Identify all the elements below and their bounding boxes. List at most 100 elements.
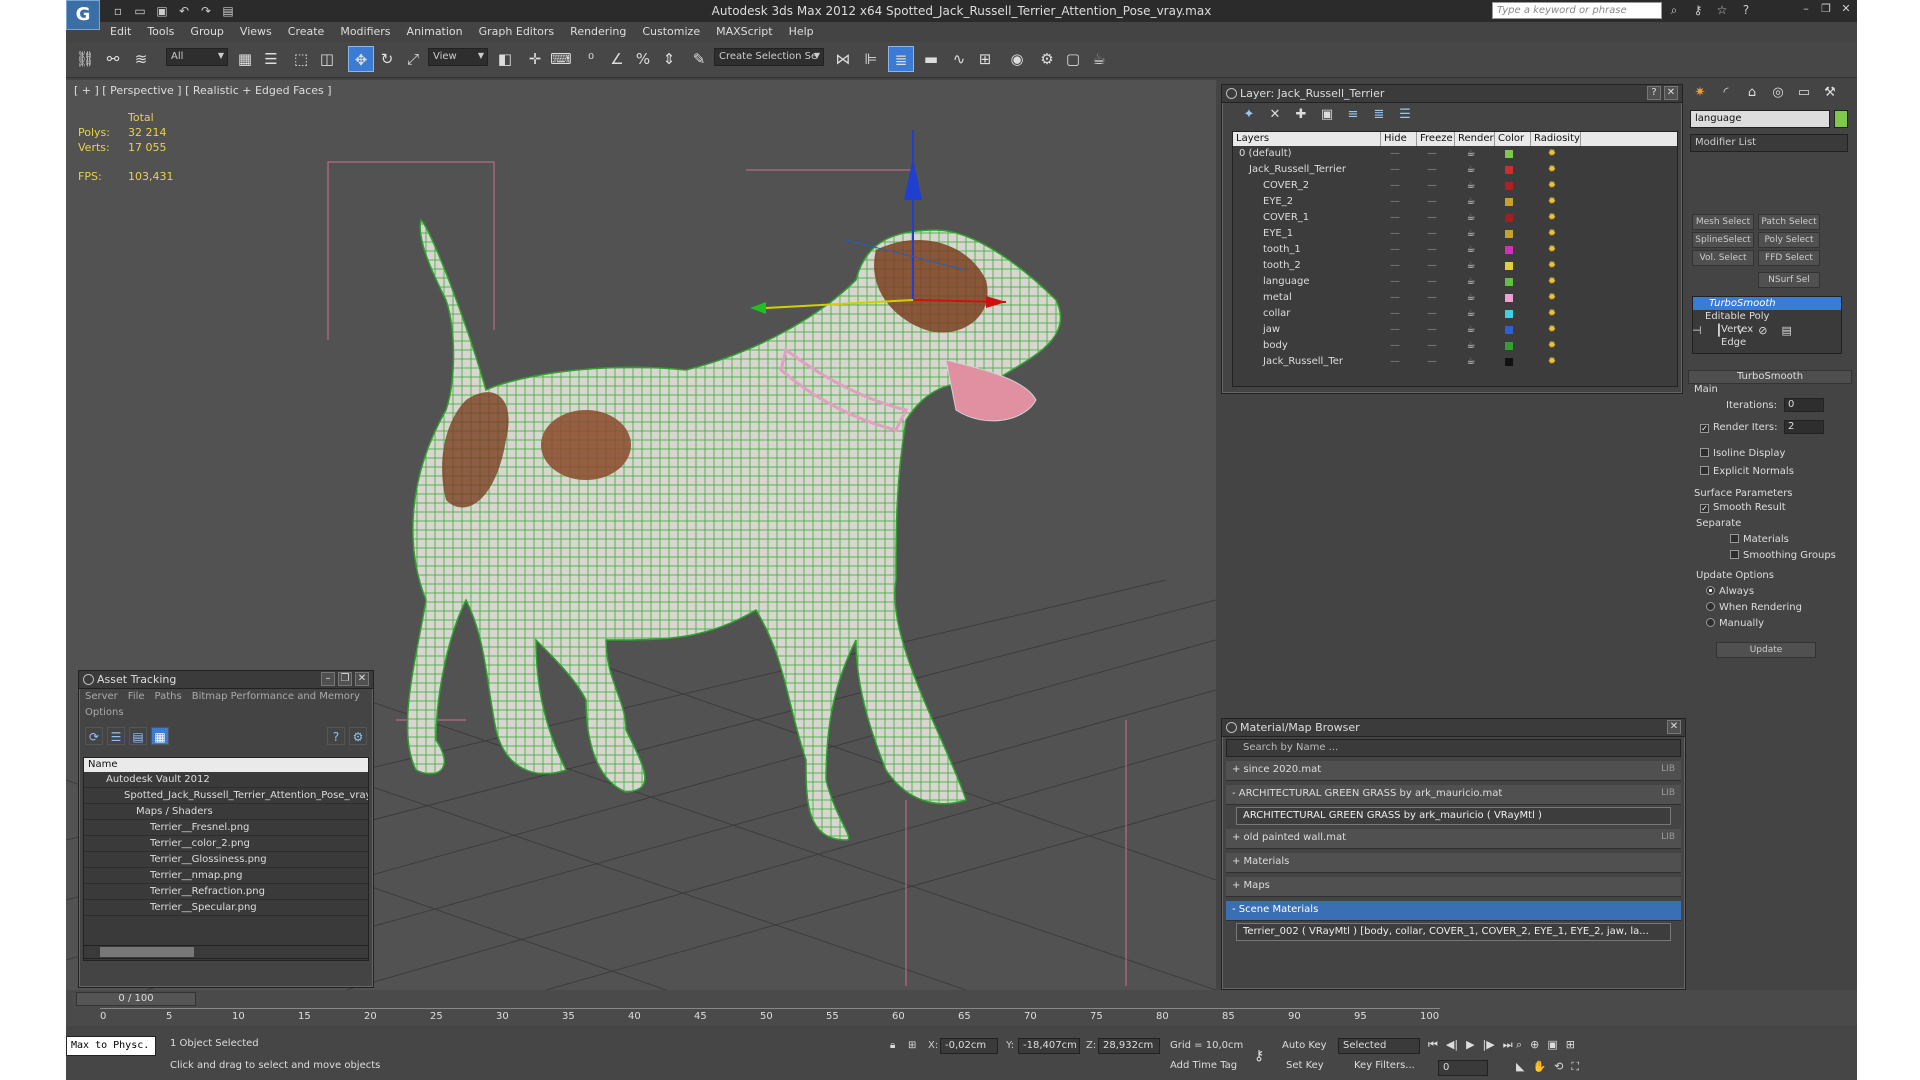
layer-freeze-toggle[interactable]: —: [1413, 338, 1451, 354]
render-teapot-icon[interactable]: ☕: [1451, 178, 1491, 194]
object-name-field[interactable]: language: [1690, 110, 1830, 128]
grass-material-entry[interactable]: ARCHITECTURAL GREEN GRASS by ark_maurici…: [1236, 807, 1671, 825]
render-teapot-icon[interactable]: ☕: [1451, 194, 1491, 210]
asset-row[interactable]: Terrier__Fresnel.png: [84, 820, 368, 836]
radiosity-icon[interactable]: ✹: [1527, 338, 1577, 354]
materials-checkbox[interactable]: [1730, 534, 1739, 543]
render-teapot-icon[interactable]: ☕: [1451, 274, 1491, 290]
asset-row[interactable]: Autodesk Vault 2012: [84, 772, 368, 788]
layer-column-layers[interactable]: Layers: [1233, 132, 1381, 146]
layer-name[interactable]: Jack_Russell_Ter: [1233, 354, 1377, 370]
asset-row[interactable]: Terrier__color_2.png: [84, 836, 368, 852]
layer-hide-toggle[interactable]: —: [1377, 146, 1413, 162]
curve-editor-icon[interactable]: ∿: [946, 46, 972, 72]
close-icon[interactable]: ✕: [355, 672, 369, 686]
layer-row[interactable]: EYE_2— — ☕ ✹: [1233, 194, 1677, 210]
hide-all-icon[interactable]: ≣: [1370, 107, 1388, 123]
align-icon[interactable]: ⊫: [858, 46, 884, 72]
layer-row[interactable]: EYE_1— — ☕ ✹: [1233, 226, 1677, 242]
keyboard-shortcut-icon[interactable]: ⌨: [548, 46, 574, 72]
layer-color-swatch[interactable]: [1505, 294, 1513, 302]
render-iters-checkbox[interactable]: [1700, 424, 1709, 433]
pan-icon[interactable]: ✋: [1532, 1060, 1546, 1074]
render-teapot-icon[interactable]: ☕: [1451, 290, 1491, 306]
material-group-header[interactable]: - ARCHITECTURAL GREEN GRASS by ark_mauri…: [1226, 785, 1681, 805]
menu-modifiers[interactable]: Modifiers: [332, 22, 398, 42]
layer-name[interactable]: Jack_Russell_Terrier: [1233, 162, 1377, 178]
menu-help[interactable]: Help: [781, 22, 822, 42]
layer-hide-toggle[interactable]: —: [1377, 306, 1413, 322]
stack-item-edge[interactable]: Edge: [1693, 336, 1841, 349]
select-object-icon[interactable]: ▦: [232, 46, 258, 72]
zoom-all-icon[interactable]: ⊕: [1530, 1038, 1539, 1052]
layer-name[interactable]: EYE_2: [1233, 194, 1377, 210]
layer-row[interactable]: 0 (default) — — ☕ ✹: [1233, 146, 1677, 162]
nsurf-sel-button[interactable]: NSurf Sel: [1758, 272, 1820, 288]
asset-menu-bitmap-performance-and-memory[interactable]: Bitmap Performance and Memory: [192, 691, 360, 703]
pin-stack-icon[interactable]: ⊣: [1692, 324, 1702, 337]
layer-freeze-toggle[interactable]: —: [1413, 242, 1451, 258]
hierarchy-tab-icon[interactable]: ⌂: [1742, 84, 1762, 102]
search-input[interactable]: Type a keyword or phrase: [1492, 2, 1662, 19]
layer-color-swatch[interactable]: [1505, 326, 1513, 334]
layer-color-swatch[interactable]: [1505, 166, 1513, 174]
stack-item-editable-poly[interactable]: Editable Poly: [1693, 310, 1841, 323]
bind-space-warp-icon[interactable]: ≋: [128, 46, 154, 72]
next-frame-icon[interactable]: |▶: [1483, 1038, 1495, 1052]
graphite-ribbon-icon[interactable]: ▬: [918, 46, 944, 72]
layer-color-swatch[interactable]: [1505, 310, 1513, 318]
layer-name[interactable]: metal: [1233, 290, 1377, 306]
help-icon[interactable]: ?: [1738, 2, 1754, 18]
key-mode-select[interactable]: Selected: [1338, 1038, 1420, 1054]
layer-color-cell[interactable]: [1491, 338, 1527, 354]
select-rotate-icon[interactable]: ↻: [374, 46, 400, 72]
angle-snap-icon[interactable]: ∠: [604, 46, 630, 72]
settings-icon[interactable]: ⚙: [349, 727, 367, 745]
close-icon[interactable]: ✕: [1667, 720, 1681, 734]
layer-column-color[interactable]: Color: [1495, 132, 1531, 146]
layer-row[interactable]: Jack_Russell_Terrier — — ☕ ✹: [1233, 162, 1677, 178]
render-iters-spinner[interactable]: 2: [1784, 420, 1824, 434]
refresh-icon[interactable]: ⟳: [85, 727, 103, 745]
radiosity-icon[interactable]: ✹: [1527, 242, 1577, 258]
configure-sets-icon[interactable]: ▤: [1782, 324, 1792, 337]
layer-name[interactable]: language: [1233, 274, 1377, 290]
update-button[interactable]: Update: [1716, 642, 1816, 658]
material-group-header[interactable]: + old painted wall.mat LIB: [1226, 829, 1681, 849]
layer-name[interactable]: COVER_1: [1233, 210, 1377, 226]
render-teapot-icon[interactable]: ☕: [1451, 306, 1491, 322]
isoline-checkbox[interactable]: [1700, 448, 1709, 457]
asset-row[interactable]: Terrier__Specular.png: [84, 900, 368, 916]
layer-color-cell[interactable]: [1491, 274, 1527, 290]
manually-radio[interactable]: [1706, 618, 1715, 627]
go-to-start-icon[interactable]: ⏮: [1428, 1038, 1438, 1052]
modify-tab-icon[interactable]: ◜: [1716, 84, 1736, 102]
radiosity-icon[interactable]: ✹: [1527, 226, 1577, 242]
asset-row[interactable]: Terrier__Glossiness.png: [84, 852, 368, 868]
menu-views[interactable]: Views: [232, 22, 280, 42]
layer-row[interactable]: COVER_2— — ☕ ✹: [1233, 178, 1677, 194]
radiosity-icon[interactable]: ✹: [1527, 322, 1577, 338]
layer-hide-toggle[interactable]: —: [1377, 290, 1413, 306]
restore-icon[interactable]: ❐: [1819, 2, 1833, 16]
layer-freeze-toggle[interactable]: —: [1413, 258, 1451, 274]
layer-color-cell[interactable]: [1491, 162, 1527, 178]
layer-color-cell[interactable]: [1491, 322, 1527, 338]
layer-hide-toggle[interactable]: —: [1377, 274, 1413, 290]
grid-view-icon[interactable]: ▦: [151, 727, 169, 745]
percent-snap-icon[interactable]: %: [630, 46, 656, 72]
time-slider[interactable]: 0 / 100: [76, 992, 196, 1006]
layer-color-cell[interactable]: [1491, 258, 1527, 274]
layer-hide-toggle[interactable]: —: [1377, 178, 1413, 194]
material-group-header[interactable]: - Scene Materials: [1226, 901, 1681, 921]
close-icon[interactable]: ✕: [1839, 2, 1853, 16]
radiosity-icon[interactable]: ✹: [1527, 210, 1577, 226]
prev-frame-icon[interactable]: ◀|: [1446, 1038, 1458, 1052]
lock-selection-icon[interactable]: 🔒︎: [890, 1040, 895, 1051]
render-teapot-icon[interactable]: ☕: [1086, 46, 1112, 72]
radiosity-icon[interactable]: ✹: [1527, 178, 1577, 194]
orbit-icon[interactable]: ⟲: [1554, 1060, 1563, 1074]
radiosity-icon[interactable]: ✹: [1527, 146, 1577, 162]
layer-manager-icon[interactable]: ≣: [888, 46, 914, 72]
go-to-end-icon[interactable]: ⏭: [1503, 1038, 1513, 1052]
